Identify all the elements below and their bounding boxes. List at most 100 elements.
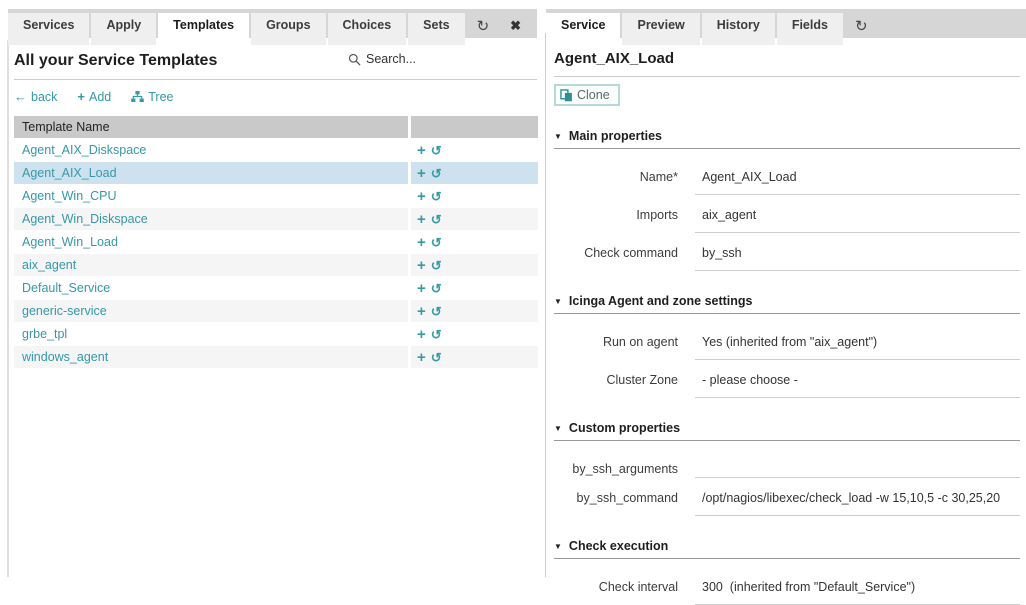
section-header[interactable]: ▼ Check execution — [554, 539, 1020, 559]
back-label: back — [31, 90, 57, 104]
tab-fields[interactable]: Fields — [777, 13, 843, 45]
tab-label: Preview — [637, 18, 684, 32]
clone-button[interactable]: Clone — [554, 84, 620, 106]
collapse-caret-icon: ▼ — [554, 297, 562, 306]
table-row: aix_agent + ↺ — [14, 254, 538, 276]
form-section: ▼ Icinga Agent and zone settings Run on … — [554, 294, 1020, 398]
column-header-template-name[interactable]: Template Name — [14, 116, 408, 138]
tab-service[interactable]: Service — [546, 13, 620, 45]
table-row: grbe_tpl + ↺ — [14, 323, 538, 345]
history-icon[interactable]: ↺ — [431, 259, 442, 272]
table-row: Agent_Win_CPU + ↺ — [14, 185, 538, 207]
history-icon[interactable]: ↺ — [431, 167, 442, 180]
tab-preview[interactable]: Preview — [622, 13, 699, 45]
tab-label: Templates — [173, 18, 234, 32]
right-tabbar: ServicePreviewHistoryFields ↻ — [546, 9, 1026, 38]
left-control-row: All your Service Templates — [14, 50, 537, 80]
field-value[interactable]: Agent_AIX_Load — [695, 169, 1020, 195]
field-value[interactable]: Yes (inherited from "aix_agent") — [695, 334, 1020, 360]
tab-apply[interactable]: Apply — [91, 13, 156, 45]
tab-label: Services — [23, 18, 74, 32]
section-header[interactable]: ▼ Main properties — [554, 129, 1020, 149]
field-label: Check interval — [554, 579, 695, 605]
add-service-icon[interactable]: + — [417, 304, 426, 319]
section-title: Icinga Agent and zone settings — [569, 294, 753, 308]
section-header[interactable]: ▼ Icinga Agent and zone settings — [554, 294, 1020, 314]
add-service-icon[interactable]: + — [417, 166, 426, 181]
tree-label: Tree — [148, 90, 173, 104]
template-name-link[interactable]: generic-service — [22, 304, 107, 318]
template-name-link[interactable]: Agent_AIX_Load — [22, 166, 117, 180]
template-name-link[interactable]: Agent_Win_CPU — [22, 189, 117, 203]
service-detail-panel: ServicePreviewHistoryFields ↻ Agent_AIX_… — [546, 0, 1026, 577]
history-icon[interactable]: ↺ — [431, 328, 442, 341]
table-row: Agent_Win_Load + ↺ — [14, 231, 538, 253]
field-value[interactable]: by_ssh — [695, 245, 1020, 271]
add-service-icon[interactable]: + — [417, 327, 426, 342]
add-service-icon[interactable]: + — [417, 350, 426, 365]
search-input[interactable] — [366, 52, 461, 66]
template-name-link[interactable]: windows_agent — [22, 350, 108, 364]
clone-icon — [560, 89, 573, 102]
table-row: Agent_AIX_Load + ↺ — [14, 162, 538, 184]
close-icon[interactable]: ✖ — [500, 13, 531, 38]
form-field: Imports aix_agent — [554, 207, 1020, 233]
add-service-icon[interactable]: + — [417, 212, 426, 227]
object-title: Agent_AIX_Load — [554, 50, 1020, 77]
left-tabbar: ServicesApplyTemplatesGroupsChoicesSets … — [8, 9, 537, 38]
add-service-icon[interactable]: + — [417, 281, 426, 296]
template-name-link[interactable]: Agent_Win_Diskspace — [22, 212, 148, 226]
history-icon[interactable]: ↺ — [431, 236, 442, 249]
back-link[interactable]: ← back — [14, 89, 57, 104]
tab-groups[interactable]: Groups — [251, 13, 325, 45]
field-value[interactable]: - please choose - — [695, 372, 1020, 398]
section-header[interactable]: ▼ Custom properties — [554, 421, 1020, 441]
refresh-icon[interactable]: ↻ — [845, 13, 878, 38]
tab-label: Choices — [343, 18, 392, 32]
add-service-icon[interactable]: + — [417, 143, 426, 158]
template-name-link[interactable]: Agent_AIX_Diskspace — [22, 143, 146, 157]
add-service-icon[interactable]: + — [417, 258, 426, 273]
field-value[interactable]: /opt/nagios/libexec/check_load -w 15,10,… — [695, 490, 1020, 516]
field-value[interactable]: aix_agent — [695, 207, 1020, 233]
form-field: Check interval 300 (inherited from "Defa… — [554, 579, 1020, 605]
template-name-link[interactable]: aix_agent — [22, 258, 76, 272]
history-icon[interactable]: ↺ — [431, 305, 442, 318]
tab-label: Sets — [423, 18, 449, 32]
history-icon[interactable]: ↺ — [431, 144, 442, 157]
history-icon[interactable]: ↺ — [431, 213, 442, 226]
add-link[interactable]: + Add — [77, 89, 111, 104]
field-value[interactable] — [695, 461, 1020, 478]
history-icon[interactable]: ↺ — [431, 190, 442, 203]
field-label: Imports — [554, 207, 695, 233]
tab-label: Groups — [266, 18, 310, 32]
field-label: by_ssh_command — [554, 490, 695, 516]
template-name-link[interactable]: Agent_Win_Load — [22, 235, 118, 249]
table-row: Agent_AIX_Diskspace + ↺ — [14, 139, 538, 161]
field-value[interactable]: 300 (inherited from "Default_Service") — [695, 579, 1020, 605]
template-name-link[interactable]: Default_Service — [22, 281, 110, 295]
form-field: Run on agent Yes (inherited from "aix_ag… — [554, 334, 1020, 360]
section-title: Check execution — [569, 539, 668, 553]
field-label: by_ssh_arguments — [554, 461, 695, 478]
refresh-icon[interactable]: ↻ — [467, 13, 500, 38]
tree-link[interactable]: Tree — [131, 90, 173, 104]
tab-sets[interactable]: Sets — [408, 13, 464, 45]
add-service-icon[interactable]: + — [417, 189, 426, 204]
table-row: Agent_Win_Diskspace + ↺ — [14, 208, 538, 230]
page-title: All your Service Templates — [14, 52, 217, 69]
tab-choices[interactable]: Choices — [328, 13, 407, 45]
collapse-caret-icon: ▼ — [554, 424, 562, 433]
search-box — [348, 52, 461, 66]
collapse-caret-icon: ▼ — [554, 132, 562, 141]
tab-templates[interactable]: Templates — [158, 13, 249, 45]
tab-services[interactable]: Services — [8, 13, 89, 45]
section-title: Main properties — [569, 129, 662, 143]
history-icon[interactable]: ↺ — [431, 282, 442, 295]
back-arrow-icon: ← — [14, 89, 27, 104]
template-name-link[interactable]: grbe_tpl — [22, 327, 67, 341]
tab-history[interactable]: History — [702, 13, 775, 45]
add-service-icon[interactable]: + — [417, 235, 426, 250]
history-icon[interactable]: ↺ — [431, 351, 442, 364]
field-label: Check command — [554, 245, 695, 271]
